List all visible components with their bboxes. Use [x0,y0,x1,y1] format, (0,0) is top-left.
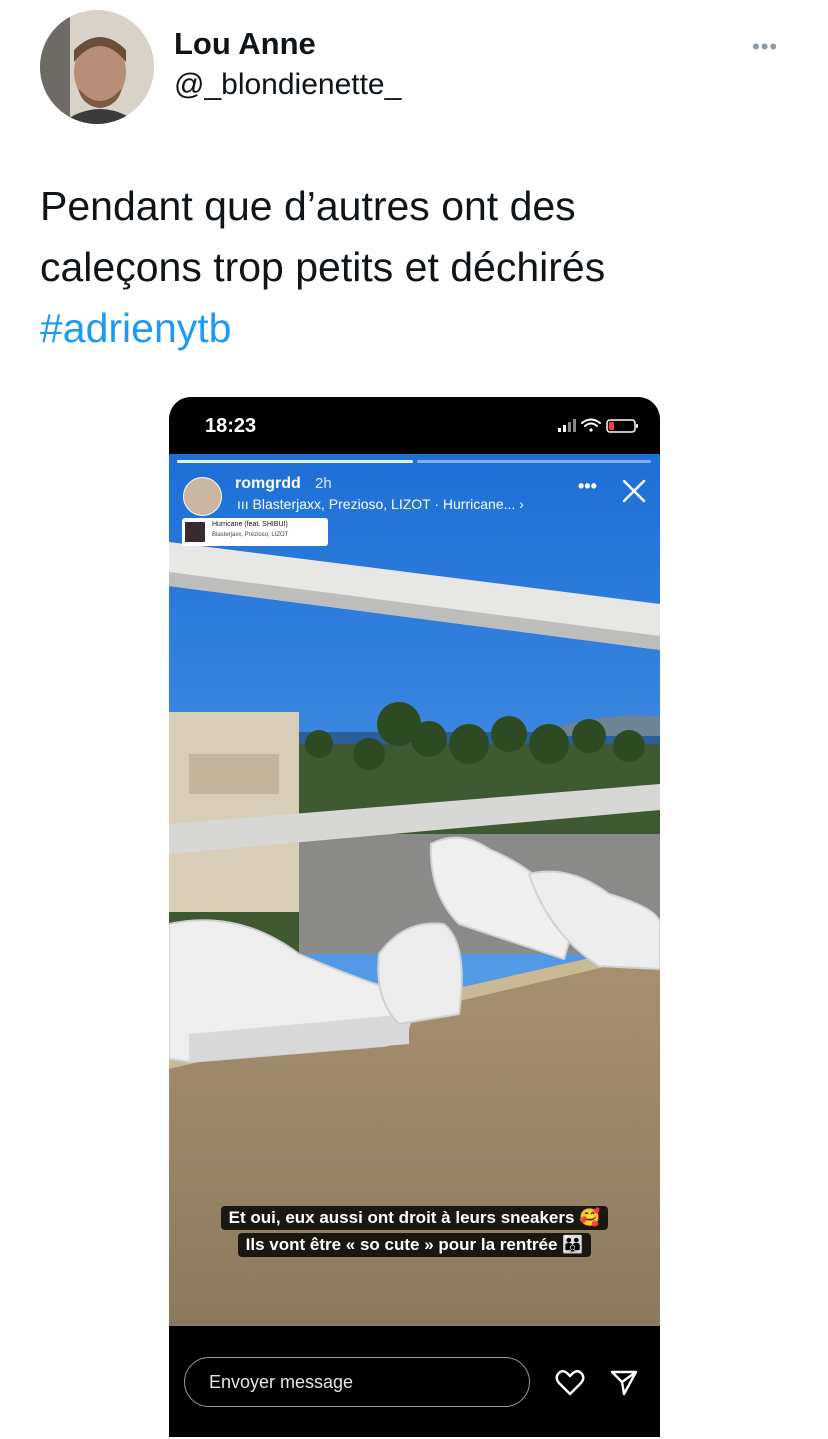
story-caption-line: Et oui, eux aussi ont droit à leurs snea… [169,1206,660,1230]
send-message-input[interactable] [184,1357,530,1407]
tweet-text-line: Pendant que d’autres ont des [40,183,576,229]
music-sticker-artist: Blasterjaxx, Prezioso, LIZOT [212,532,289,538]
caption-text: Ils vont être « so cute » pour la rentré… [237,1233,592,1257]
battery-low-icon [606,419,638,433]
author-name[interactable]: Lou Anne [174,26,316,62]
story-screenshot[interactable]: 18:23 romgrdd 2h ııı Blasterjaxx, Prezio… [169,397,660,1437]
status-bar-time: 18:23 [205,415,257,437]
tweet-text: Pendant que d’autres ont des caleçons tr… [40,176,780,359]
music-sticker-title: Hurricane (feat. SHIBUI) [212,521,288,528]
author-avatar-image [40,10,154,124]
author-avatar[interactable] [40,10,154,124]
sneakers-balcony-image [169,454,660,1326]
wifi-icon [581,418,601,432]
tweet-text-line: caleçons trop petits et déchirés [40,244,606,290]
more-options-icon[interactable]: ••• [752,34,778,60]
caption-text: Et oui, eux aussi ont droit à leurs snea… [220,1206,609,1230]
story-username[interactable]: romgrdd [235,475,301,493]
author-handle[interactable]: @_blondienette_ [174,68,401,102]
story-user-avatar[interactable] [183,477,222,516]
send-icon[interactable] [610,1370,638,1396]
story-photo: romgrdd 2h ııı Blasterjaxx, Prezioso, LI… [169,454,660,1326]
status-bar-icons [558,417,642,440]
hashtag-link[interactable]: #adrienytb [40,298,780,359]
close-icon[interactable] [621,478,647,504]
music-sticker[interactable]: Hurricane (feat. SHIBUI) Blasterjaxx, Pr… [182,518,328,546]
story-more-icon[interactable]: ••• [578,476,597,497]
signal-icon [558,419,576,432]
heart-icon[interactable] [555,1370,585,1396]
story-caption-line: Ils vont être « so cute » pour la rentré… [169,1233,660,1257]
album-art-icon [185,522,205,542]
story-age: 2h [315,475,332,492]
story-music-link[interactable]: ııı Blasterjaxx, Prezioso, LIZOT · Hurri… [237,496,524,512]
